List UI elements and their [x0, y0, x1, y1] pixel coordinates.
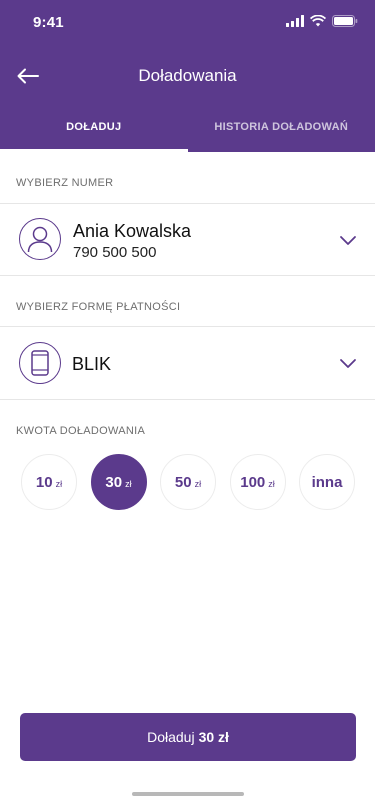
amount-unit: zł [55, 478, 63, 489]
tab-bar: DOŁADUJ HISTORIA DOŁADOWAŃ [0, 110, 375, 152]
divider [0, 275, 375, 276]
navigation-bar: Doładowania [0, 52, 375, 100]
home-indicator [132, 792, 244, 796]
amount-unit: zł [194, 478, 202, 489]
chevron-down-icon [340, 236, 356, 245]
amount-option-30[interactable]: 30 zł [90, 454, 147, 510]
status-bar: 9:41 [0, 0, 375, 44]
amount-option-other[interactable]: inna [299, 454, 355, 510]
amount-value: 30 [105, 473, 123, 491]
phone-device-icon [31, 350, 49, 376]
amount-unit: zł [125, 478, 132, 489]
amount-value: 10 [35, 473, 53, 491]
amount-option-100[interactable]: 100 zł [229, 454, 286, 510]
tab-historia-doladowan[interactable]: HISTORIA DOŁADOWAŃ [188, 110, 375, 152]
amount-value: 50 [174, 473, 192, 491]
amount-options: 10 zł 30 zł 50 zł 100 zł inna [21, 454, 355, 510]
payment-icon-circle [19, 342, 61, 384]
contact-phone: 790 500 500 [73, 244, 157, 261]
chevron-down-icon [340, 359, 356, 368]
amount-option-10[interactable]: 10 zł [21, 454, 77, 510]
amount-unit: zł [268, 478, 275, 489]
page-title: Doładowania [138, 66, 237, 85]
avatar [19, 218, 61, 260]
payment-method-name: BLIK [72, 354, 112, 374]
top-up-button-amount: 30 zł [198, 729, 229, 745]
number-selector[interactable]: Ania Kowalska 790 500 500 [0, 204, 375, 276]
divider [0, 399, 375, 400]
signal-icon [286, 15, 304, 27]
amount-option-50[interactable]: 50 zł [160, 454, 216, 510]
payment-section-label: WYBIERZ FORMĘ PŁATNOŚCI [16, 301, 181, 313]
status-icons [286, 15, 358, 27]
contact-name: Ania Kowalska [73, 221, 192, 241]
user-icon [27, 226, 53, 253]
tab-doladuj[interactable]: DOŁADUJ [0, 110, 188, 152]
payment-method-selector[interactable]: BLIK [0, 327, 375, 399]
top-up-button-label: Doładuj [147, 729, 195, 745]
top-up-button[interactable]: Doładuj 30 zł [20, 713, 356, 761]
amount-value: 100 [240, 473, 266, 491]
battery-icon [332, 15, 358, 27]
wifi-icon [310, 15, 326, 27]
status-time: 9:41 [33, 14, 64, 31]
amount-section-label: KWOTA DOŁADOWANIA [16, 425, 146, 437]
amount-value: inna [311, 473, 343, 491]
number-section-label: WYBIERZ NUMER [16, 177, 114, 189]
